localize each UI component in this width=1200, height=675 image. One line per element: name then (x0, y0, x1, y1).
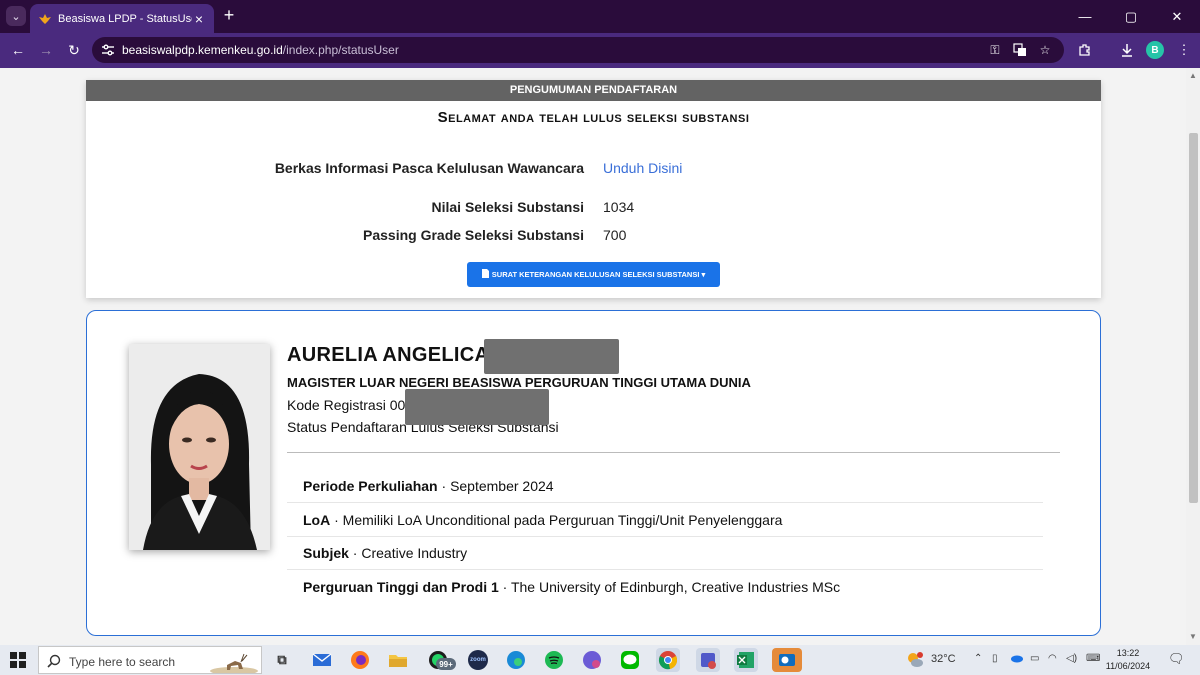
document-icon (481, 269, 489, 280)
announcement-panel: PENGUMUMAN PENDAFTARAN Selamat anda tela… (86, 80, 1101, 298)
surat-button-label: SURAT KETERANGAN KELULUSAN SELEKSI SUBST… (491, 270, 700, 279)
onedrive-cloud-icon[interactable] (1010, 653, 1024, 666)
translate-icon[interactable] (1011, 41, 1029, 59)
back-arrow-icon[interactable]: ← (8, 40, 28, 60)
menu-kebab-icon[interactable]: ⋮ (1174, 40, 1194, 60)
applicant-photo (129, 344, 270, 550)
detail-perguruan-tinggi: Perguruan Tinggi dan Prodi 1 · The Unive… (303, 579, 841, 595)
file-explorer-app-icon[interactable] (386, 648, 410, 672)
search-placeholder: Type here to search (69, 655, 176, 669)
announcement-header: PENGUMUMAN PENDAFTARAN (86, 80, 1101, 101)
page-viewport: PENGUMUMAN PENDAFTARAN Selamat anda tela… (0, 68, 1186, 645)
scroll-down-arrow-icon[interactable]: ▼ (1189, 633, 1197, 641)
messenger-app-icon[interactable] (580, 648, 604, 672)
whatsapp-badge: 99+ (436, 658, 456, 670)
detail-loa: LoA · Memiliki LoA Unconditional pada Pe… (303, 512, 783, 528)
status-label: Status Pendaftaran (287, 419, 407, 435)
outlook-new-app-icon[interactable] (772, 648, 802, 672)
passing-grade-row: Passing Grade Seleksi Substansi 700 (86, 227, 1101, 247)
new-tab-plus-icon[interactable]: + (220, 6, 238, 26)
minimize-icon[interactable]: — (1062, 0, 1108, 33)
reload-icon[interactable]: ↻ (64, 40, 84, 60)
berkas-label: Berkas Informasi Pasca Kelulusan Wawanca… (274, 160, 584, 176)
notification-icon[interactable]: 🗨 (1168, 651, 1185, 667)
profile-divider (287, 452, 1060, 453)
search-highlight-deer-icon (209, 649, 259, 675)
weather-icon[interactable] (906, 651, 924, 672)
passing-grade-label: Passing Grade Seleksi Substansi (363, 227, 584, 243)
nilai-value: 1034 (603, 199, 635, 215)
announcement-title-text: Selamat anda telah lulus seleksi substan… (437, 109, 750, 126)
taskbar-search-box[interactable]: Type here to search (38, 646, 262, 675)
keyboard-icon[interactable]: ⌨ (1086, 653, 1100, 664)
program-title: MAGISTER LUAR NEGERI BEASISWA PERGURUAN … (287, 375, 751, 390)
url-path: /index.php/statusUser (282, 43, 399, 57)
taskbar-clock[interactable]: 13:22 11/06/2024 (1104, 647, 1152, 673)
kode-registrasi: Kode Registrasi 001 (287, 397, 413, 413)
line-app-icon[interactable] (618, 648, 642, 672)
url-host: beasiswalpdp.kemenkeu.go.id (122, 43, 283, 57)
name-redaction (484, 339, 619, 374)
lpdp-favicon-icon (38, 12, 52, 26)
teams-app-icon[interactable] (696, 648, 720, 672)
mail-app-icon[interactable] (310, 648, 334, 672)
detail-subjek: Subjek · Creative Industry (303, 545, 468, 561)
tray-chevron-up-icon[interactable]: ⌃ (974, 653, 982, 664)
berkas-row: Berkas Informasi Pasca Kelulusan Wawanca… (86, 160, 1101, 180)
windows-start-icon[interactable] (10, 652, 26, 668)
zoom-label: zoom (470, 657, 486, 663)
scrollbar-thumb[interactable] (1189, 133, 1198, 503)
task-view-icon[interactable]: ⧉ (270, 648, 294, 672)
announcement-title: Selamat anda telah lulus seleksi substan… (86, 109, 1101, 126)
tab-strip: ⌄ Beasiswa LPDP - StatusUser × + — ▢ ✕ (0, 0, 1200, 33)
edge-app-icon[interactable] (504, 648, 528, 672)
browser-tab[interactable]: Beasiswa LPDP - StatusUser × (30, 4, 214, 33)
kode-redaction (405, 389, 549, 425)
nilai-label: Nilai Seleksi Substansi (431, 199, 584, 215)
caret-down-icon: ▾ (701, 270, 706, 279)
detail-row: LoA · Memiliki LoA Unconditional pada Pe… (287, 503, 1043, 537)
site-settings-icon[interactable] (100, 42, 116, 58)
search-icon (47, 654, 61, 668)
detail-row: Perguruan Tinggi dan Prodi 1 · The Unive… (287, 570, 1043, 604)
spotify-app-icon[interactable] (542, 648, 566, 672)
nilai-row: Nilai Seleksi Substansi 1034 (86, 199, 1101, 219)
tab-search-chevron-icon[interactable]: ⌄ (6, 6, 26, 26)
temperature: 32°C (931, 653, 956, 665)
download-icon[interactable] (1117, 40, 1137, 60)
clock-date: 11/06/2024 (1105, 661, 1151, 671)
device-icon[interactable]: ▯ (992, 653, 998, 664)
detail-periode: Periode Perkuliahan · September 2024 (303, 478, 554, 494)
clock-time: 13:22 (1116, 648, 1140, 658)
tab-close-icon[interactable]: × (192, 11, 206, 27)
firefox-app-icon[interactable] (348, 648, 372, 672)
tab-title: Beasiswa LPDP - StatusUser (58, 12, 192, 25)
profile-card: AURELIA ANGELICA MAGISTER LUAR NEGERI BE… (86, 310, 1101, 636)
profile-avatar[interactable]: B (1146, 41, 1164, 59)
forward-arrow-icon[interactable]: → (36, 40, 56, 60)
detail-row: Subjek · Creative Industry (287, 536, 1043, 570)
scroll-up-arrow-icon[interactable]: ▲ (1189, 72, 1197, 80)
surat-keterangan-button[interactable]: SURAT KETERANGAN KELULUSAN SELEKSI SUBST… (467, 262, 720, 287)
windows-taskbar: Type here to search ⧉ 99+ zoom 32°C ⌃ ▯ … (0, 645, 1200, 675)
excel-app-icon[interactable] (734, 648, 758, 672)
passing-grade-value: 700 (603, 227, 627, 243)
close-window-icon[interactable]: ✕ (1154, 0, 1200, 33)
window-controls: — ▢ ✕ (1062, 0, 1200, 33)
wifi-icon[interactable]: ◠ (1048, 653, 1057, 664)
detail-row: Periode Perkuliahan · September 2024 (287, 469, 1043, 503)
applicant-name: AURELIA ANGELICA (287, 344, 490, 366)
url-text[interactable]: beasiswalpdp.kemenkeu.go.id/index.php/st… (122, 43, 399, 57)
kode-label: Kode Registrasi (287, 397, 386, 413)
bookmark-star-icon[interactable]: ☆ (1036, 41, 1054, 59)
volume-icon[interactable]: ◁) (1066, 653, 1077, 664)
password-key-icon[interactable]: ⚿ (986, 41, 1004, 59)
extensions-puzzle-icon[interactable] (1075, 40, 1095, 60)
maximize-icon[interactable]: ▢ (1108, 0, 1154, 33)
unduh-disini-link[interactable]: Unduh Disini (603, 160, 682, 176)
chrome-app-icon[interactable] (656, 648, 680, 672)
battery-icon[interactable]: ▭ (1030, 653, 1039, 664)
